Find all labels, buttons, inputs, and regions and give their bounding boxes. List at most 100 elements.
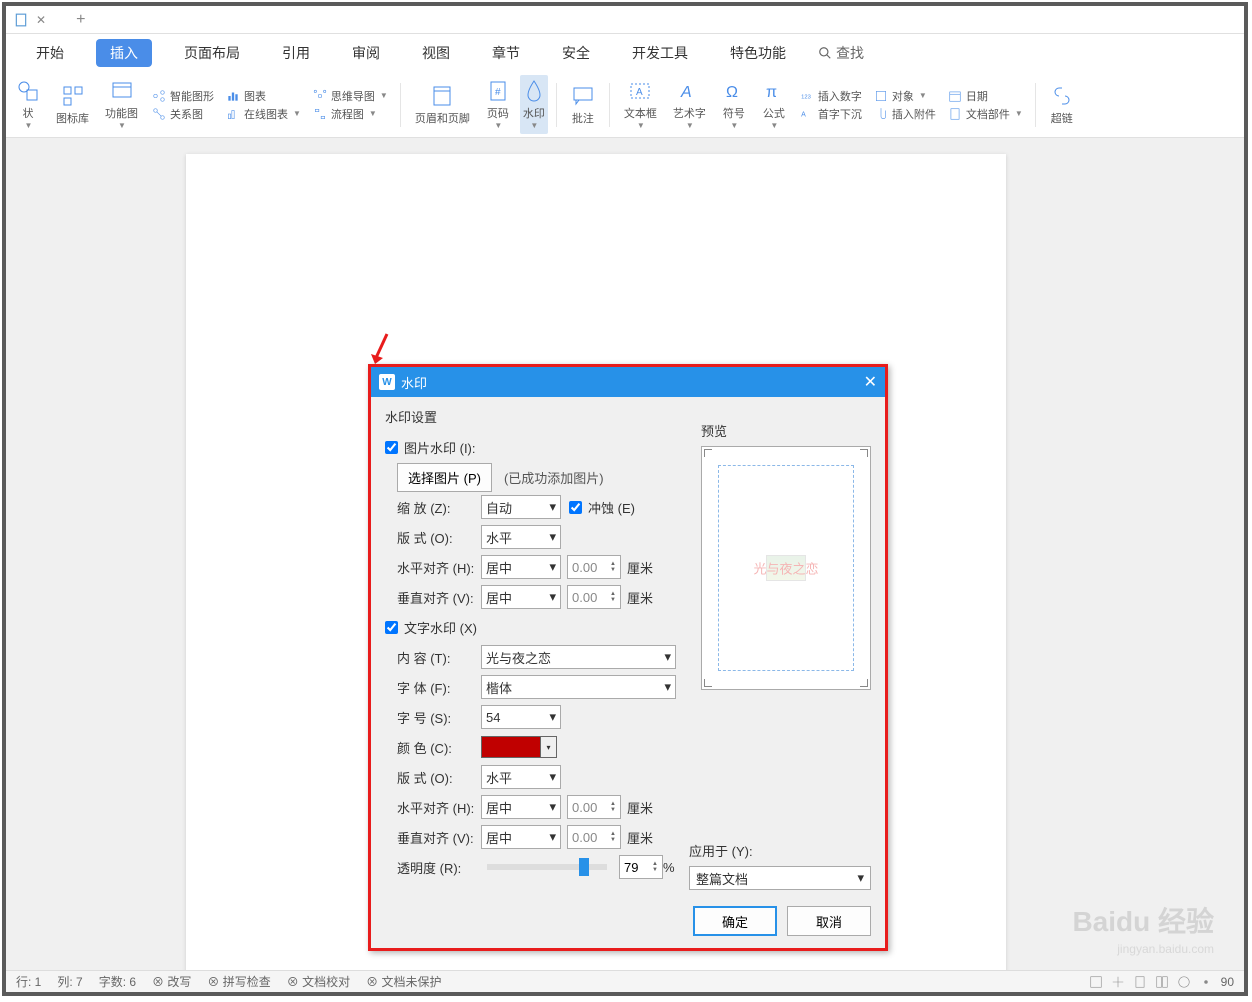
tb-online-chart[interactable]: 在线图表▼ xyxy=(226,106,301,122)
menu-view[interactable]: 视图 xyxy=(412,39,460,67)
tb-wordart[interactable]: A艺术字▼ xyxy=(667,79,712,130)
layout-select[interactable]: 水平▾ xyxy=(481,525,561,549)
size-select[interactable]: 54▾ xyxy=(481,705,561,729)
watermark-icon xyxy=(522,79,546,103)
menu-review[interactable]: 审阅 xyxy=(342,39,390,67)
tb-hyperlink[interactable]: 超链 xyxy=(1044,84,1080,126)
valign-offset-input[interactable]: 0.00▲▼ xyxy=(567,585,621,609)
link-icon xyxy=(1050,84,1074,108)
ok-button[interactable]: 确定 xyxy=(693,906,777,936)
tb-func-chart[interactable]: 功能图▼ xyxy=(99,79,144,130)
view-icon-4[interactable] xyxy=(1155,975,1169,989)
menu-start[interactable]: 开始 xyxy=(26,39,74,67)
shapes-icon xyxy=(16,79,40,103)
view-icon-1[interactable] xyxy=(1089,975,1103,989)
status-chars[interactable]: 字数: 6 xyxy=(99,973,136,990)
iconlib-icon xyxy=(61,84,85,108)
tb-mindmap[interactable]: 思维导图▼ xyxy=(313,88,388,104)
pic-watermark-checkbox[interactable] xyxy=(385,441,398,454)
menu-security[interactable]: 安全 xyxy=(552,39,600,67)
tb-page-num[interactable]: #页码▼ xyxy=(480,79,516,130)
tb-textbox[interactable]: A文本框▼ xyxy=(618,79,663,130)
tab-close[interactable]: ✕ xyxy=(36,13,46,27)
tb-equation[interactable]: π公式▼ xyxy=(756,79,792,130)
halign2-select[interactable]: 居中▾ xyxy=(481,795,561,819)
svg-text:A: A xyxy=(636,87,643,98)
apply-label: 应用于 (Y): xyxy=(689,841,753,860)
preview-box: 光与夜之恋 xyxy=(701,446,871,690)
brand-watermark: Baidu 经验 xyxy=(1072,900,1214,940)
textbox-icon: A xyxy=(628,79,652,103)
attachment-icon xyxy=(874,107,888,121)
opacity-slider[interactable] xyxy=(487,864,607,870)
pic-watermark-label: 图片水印 (I): xyxy=(404,438,476,457)
menu-layout[interactable]: 页面布局 xyxy=(174,39,250,67)
view-icon-6[interactable] xyxy=(1199,975,1213,989)
cancel-button[interactable]: 取消 xyxy=(787,906,871,936)
tb-icon-lib[interactable]: 图标库 xyxy=(50,84,95,126)
insertnum-icon: 123 xyxy=(800,89,814,103)
tb-dropcap[interactable]: A首字下沉 xyxy=(800,106,862,122)
dialog-titlebar[interactable]: W 水印 ✕ xyxy=(371,367,885,397)
content-select[interactable]: 光与夜之恋▾ xyxy=(481,645,676,669)
watermark-dialog: W 水印 ✕ 水印设置 图片水印 (I): 选择图片 (P) (已成功添加图片)… xyxy=(368,364,888,951)
mindmap-icon xyxy=(313,89,327,103)
view-icon-5[interactable] xyxy=(1177,975,1191,989)
dialog-footer: 确定 取消 xyxy=(371,894,885,948)
view-icon-2[interactable] xyxy=(1111,975,1125,989)
halign-select[interactable]: 居中▾ xyxy=(481,555,561,579)
menu-insert[interactable]: 插入 xyxy=(96,39,152,67)
tb-header-footer[interactable]: 页眉和页脚 xyxy=(409,84,476,126)
menu-devtools[interactable]: 开发工具 xyxy=(622,39,698,67)
tb-comment[interactable]: 批注 xyxy=(565,84,601,126)
document-area: 语文 W 水印 ✕ 水印设置 图片水印 (I): 选择图片 (P) (已成功添加… xyxy=(6,138,1244,970)
tb-insert-num[interactable]: 123插入数字 xyxy=(800,88,862,104)
halign2-offset-input[interactable]: 0.00▲▼ xyxy=(567,795,621,819)
valign2-select[interactable]: 居中▾ xyxy=(481,825,561,849)
tb-flowchart[interactable]: 流程图▼ xyxy=(313,106,388,122)
dialog-title-text: 水印 xyxy=(401,373,427,392)
dialog-close-button[interactable]: ✕ xyxy=(864,372,877,392)
tb-shapes[interactable]: 状▼ xyxy=(10,79,46,130)
menu-sections[interactable]: 章节 xyxy=(482,39,530,67)
tb-doc-parts[interactable]: 文档部件▼ xyxy=(948,106,1023,122)
tb-chart[interactable]: 图表 xyxy=(226,88,301,104)
text-watermark-checkbox[interactable] xyxy=(385,621,398,634)
washout-checkbox[interactable] xyxy=(569,501,582,514)
layout2-select[interactable]: 水平▾ xyxy=(481,765,561,789)
tb-symbol[interactable]: Ω符号▼ xyxy=(716,79,752,130)
status-overwrite[interactable]: ⊗ 改写 xyxy=(152,973,191,990)
status-spell[interactable]: ⊗ 拼写检查 xyxy=(207,973,270,990)
new-tab-button[interactable]: + xyxy=(76,11,85,29)
view-icon-3[interactable] xyxy=(1133,975,1147,989)
valign2-offset-input[interactable]: 0.00▲▼ xyxy=(567,825,621,849)
tb-attachment[interactable]: 插入附件 xyxy=(874,106,936,122)
onlinechart-icon xyxy=(226,107,240,121)
washout-label: 冲蚀 (E) xyxy=(588,498,635,517)
font-select[interactable]: 楷体▾ xyxy=(481,675,676,699)
tb-date[interactable]: 日期 xyxy=(948,88,1023,104)
color-picker[interactable]: ▾ xyxy=(481,736,557,758)
flowchart-icon xyxy=(313,107,327,121)
tb-smartart[interactable]: 智能图形 xyxy=(152,88,214,104)
valign-select[interactable]: 居中▾ xyxy=(481,585,561,609)
tb-object[interactable]: 对象▼ xyxy=(874,88,936,104)
tb-relation[interactable]: 关系图 xyxy=(152,106,214,122)
zoom-value[interactable]: 90 xyxy=(1221,975,1234,989)
text-watermark-label: 文字水印 (X) xyxy=(404,618,477,637)
menubar: 开始 插入 页面布局 引用 审阅 视图 章节 安全 开发工具 特色功能 查找 xyxy=(6,34,1244,72)
opacity-input[interactable]: 79▲▼ xyxy=(619,855,663,879)
zoom-select[interactable]: 自动▾ xyxy=(481,495,561,519)
apply-select[interactable]: 整篇文档▾ xyxy=(689,866,871,890)
menu-search[interactable]: 查找 xyxy=(818,43,864,63)
status-proof[interactable]: ⊗ 文档校对 xyxy=(287,973,350,990)
preview-text-watermark: 光与夜之恋 xyxy=(753,559,818,578)
status-protect[interactable]: ⊗ 文档未保护 xyxy=(366,973,441,990)
menu-references[interactable]: 引用 xyxy=(272,39,320,67)
tb-watermark[interactable]: 水印▼ xyxy=(520,75,548,134)
select-pic-button[interactable]: 选择图片 (P) xyxy=(397,463,492,492)
svg-text:123: 123 xyxy=(801,94,811,100)
halign-offset-input[interactable]: 0.00▲▼ xyxy=(567,555,621,579)
menu-features[interactable]: 特色功能 xyxy=(720,39,796,67)
funcchart-icon xyxy=(110,79,134,103)
